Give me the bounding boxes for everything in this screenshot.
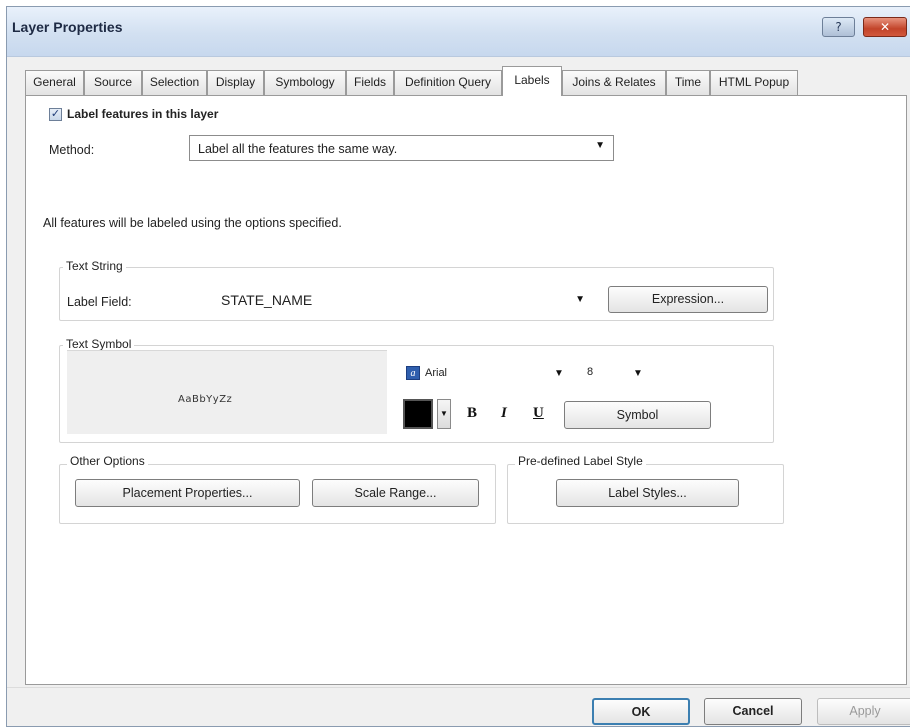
preview-text: AaBbYyZz	[178, 394, 233, 405]
placement-properties-button[interactable]: Placement Properties...	[75, 479, 300, 507]
label-field-value: STATE_NAME	[221, 292, 313, 308]
chevron-down-icon[interactable]: ▼	[633, 368, 643, 379]
tab-symbology[interactable]: Symbology	[264, 70, 346, 95]
chevron-down-icon[interactable]: ▼	[437, 399, 451, 429]
cancel-button[interactable]: Cancel	[704, 698, 802, 725]
other-options-title: Other Options	[67, 454, 148, 468]
method-label: Method:	[49, 143, 95, 157]
tab-display[interactable]: Display	[207, 70, 264, 95]
chevron-down-icon: ▼	[595, 140, 605, 151]
text-symbol-preview: AaBbYyZz	[67, 350, 387, 434]
tab-labels[interactable]: Labels	[502, 66, 562, 96]
bold-button[interactable]: B	[467, 405, 477, 422]
footer-divider	[7, 687, 910, 688]
tab-time[interactable]: Time	[666, 70, 710, 95]
italic-button[interactable]: I	[501, 405, 507, 422]
text-symbol-title: Text Symbol	[63, 337, 135, 351]
text-color-swatch[interactable]	[403, 399, 433, 429]
label-features-label: Label features in this layer	[67, 107, 219, 121]
label-field-label: Label Field:	[67, 295, 132, 309]
method-dropdown[interactable]: Label all the features the same way. ▼	[189, 135, 614, 161]
close-button[interactable]: ✕	[863, 17, 907, 37]
ok-button[interactable]: OK	[592, 698, 690, 725]
layer-properties-dialog: Layer Properties ? ✕ General Source Sele…	[6, 6, 910, 727]
help-button[interactable]: ?	[822, 17, 855, 37]
text-string-title: Text String	[63, 259, 126, 273]
tab-joins-relates[interactable]: Joins & Relates	[562, 70, 666, 95]
label-features-checkbox[interactable]: ✓	[49, 108, 62, 121]
chevron-down-icon: ▼	[575, 294, 585, 305]
label-styles-button[interactable]: Label Styles...	[556, 479, 739, 507]
label-field-dropdown[interactable]: STATE_NAME ▼	[212, 287, 594, 313]
method-value: Label all the features the same way.	[198, 142, 398, 156]
labeling-description: All features will be labeled using the o…	[43, 216, 342, 230]
expression-button[interactable]: Expression...	[608, 286, 768, 313]
apply-button[interactable]: Apply	[817, 698, 910, 725]
tab-definition-query[interactable]: Definition Query	[394, 70, 502, 95]
scale-range-button[interactable]: Scale Range...	[312, 479, 479, 507]
font-name-dropdown[interactable]: Arial	[425, 367, 447, 379]
symbol-button[interactable]: Symbol	[564, 401, 711, 429]
window-title: Layer Properties	[12, 19, 123, 35]
font-icon: a	[406, 366, 420, 380]
font-size-dropdown[interactable]: 8	[587, 366, 593, 378]
tab-source[interactable]: Source	[84, 70, 142, 95]
underline-button[interactable]: U	[533, 405, 544, 422]
title-bar: Layer Properties ? ✕	[7, 7, 910, 57]
tab-general[interactable]: General	[25, 70, 84, 95]
tab-html-popup[interactable]: HTML Popup	[710, 70, 798, 95]
tab-fields[interactable]: Fields	[346, 70, 394, 95]
tab-selection[interactable]: Selection	[142, 70, 207, 95]
predefined-label-style-title: Pre-defined Label Style	[515, 454, 646, 468]
chevron-down-icon[interactable]: ▼	[554, 368, 564, 379]
